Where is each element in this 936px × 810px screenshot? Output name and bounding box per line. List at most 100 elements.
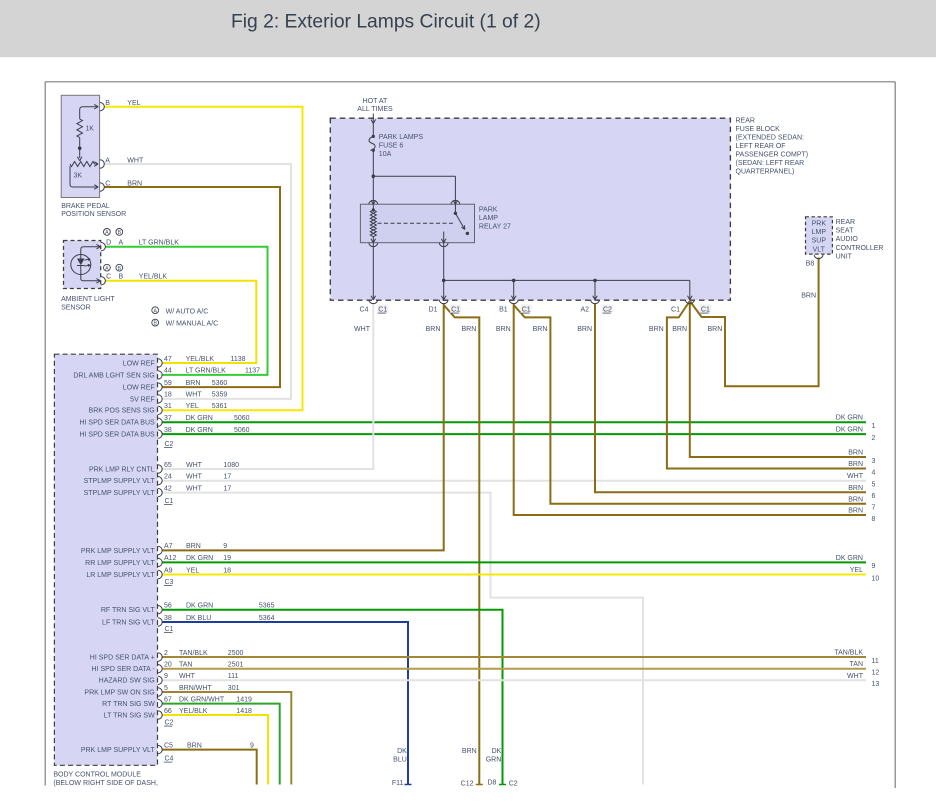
- svg-text:FUSE BLOCK: FUSE BLOCK: [736, 126, 781, 133]
- svg-text:WHT: WHT: [847, 473, 864, 480]
- svg-text:9: 9: [223, 543, 227, 550]
- svg-text:5060: 5060: [234, 427, 250, 434]
- svg-text:WHT: WHT: [354, 326, 371, 333]
- svg-text:11: 11: [872, 658, 879, 665]
- svg-text:1: 1: [872, 423, 876, 430]
- svg-text:WHT: WHT: [186, 485, 203, 492]
- svg-text:5: 5: [164, 685, 168, 692]
- svg-text:B: B: [105, 100, 110, 107]
- svg-text:HI SPD SER DATA BUS: HI SPD SER DATA BUS: [79, 432, 155, 439]
- svg-text:PRK LMP RLY CNTL: PRK LMP RLY CNTL: [89, 466, 155, 473]
- svg-text:42: 42: [164, 485, 172, 492]
- svg-text:B: B: [119, 273, 124, 280]
- svg-text:1K: 1K: [85, 126, 94, 133]
- svg-text:56: 56: [164, 603, 172, 610]
- svg-text:WHT: WHT: [186, 462, 203, 469]
- svg-text:F11: F11: [392, 780, 404, 787]
- svg-text:BLU: BLU: [393, 757, 407, 764]
- svg-text:REAR: REAR: [736, 118, 755, 125]
- svg-text:LT TRN SIG SW: LT TRN SIG SW: [104, 712, 155, 719]
- svg-text:C1: C1: [165, 626, 174, 633]
- svg-text:5: 5: [872, 482, 876, 489]
- svg-text:BRN: BRN: [708, 326, 723, 333]
- svg-text:C1: C1: [522, 307, 531, 314]
- svg-text:5365: 5365: [259, 603, 275, 610]
- svg-text:LT GRN/BLK: LT GRN/BLK: [186, 368, 227, 375]
- svg-text:AMBIENT LIGHT: AMBIENT LIGHT: [61, 296, 115, 303]
- svg-text:DK GRN: DK GRN: [186, 555, 213, 562]
- svg-text:A: A: [119, 239, 124, 246]
- svg-text:POSITION SENSOR: POSITION SENSOR: [61, 211, 126, 218]
- svg-text:TAN: TAN: [179, 662, 192, 669]
- svg-text:WHT: WHT: [179, 673, 196, 680]
- svg-text:20: 20: [164, 662, 172, 669]
- svg-text:BRK POS SENS SIG: BRK POS SENS SIG: [89, 408, 155, 415]
- svg-text:WHT: WHT: [186, 392, 203, 399]
- svg-text:A7: A7: [164, 543, 173, 550]
- svg-text:BODY CONTROL MODULE: BODY CONTROL MODULE: [53, 772, 141, 779]
- svg-text:1137: 1137: [245, 368, 260, 375]
- svg-text:1138: 1138: [231, 356, 246, 363]
- svg-text:2500: 2500: [228, 650, 244, 657]
- svg-text:B: B: [118, 266, 122, 272]
- svg-text:66: 66: [164, 708, 172, 715]
- svg-text:19: 19: [223, 555, 231, 562]
- svg-text:BRN: BRN: [672, 326, 687, 333]
- svg-text:C: C: [106, 273, 111, 280]
- svg-text:BRN: BRN: [801, 293, 816, 300]
- svg-text:HAZARD SW SIG: HAZARD SW SIG: [99, 678, 155, 685]
- svg-text:LR LMP SUPPLY VLT: LR LMP SUPPLY VLT: [86, 572, 155, 579]
- svg-text:HI SPD SER DATA BUS: HI SPD SER DATA BUS: [79, 420, 155, 427]
- svg-text:B8: B8: [806, 260, 815, 267]
- svg-text:RR LMP SUPPLY VLT: RR LMP SUPPLY VLT: [85, 560, 155, 567]
- svg-text:A2: A2: [580, 307, 589, 314]
- svg-text:5364: 5364: [259, 615, 275, 622]
- svg-text:LOW REF: LOW REF: [123, 360, 155, 367]
- svg-text:13: 13: [872, 681, 880, 688]
- svg-text:BRN: BRN: [848, 461, 863, 468]
- svg-text:QUARTERPANEL): QUARTERPANEL): [736, 169, 795, 176]
- svg-text:PRK LMP SUPPLY VLT: PRK LMP SUPPLY VLT: [81, 747, 156, 754]
- svg-text:LMP: LMP: [812, 229, 827, 236]
- svg-text:C: C: [105, 181, 110, 188]
- svg-text:PRK LMP SUPPLY VLT: PRK LMP SUPPLY VLT: [81, 548, 156, 555]
- svg-text:DK GRN/WHT: DK GRN/WHT: [179, 696, 225, 703]
- svg-text:6: 6: [872, 493, 876, 500]
- svg-text:38: 38: [164, 615, 172, 622]
- svg-text:A9: A9: [164, 567, 173, 574]
- svg-text:A: A: [153, 308, 157, 314]
- svg-text:3K: 3K: [74, 172, 83, 179]
- svg-text:DK GRN: DK GRN: [186, 415, 213, 422]
- svg-text:BRN/WHT: BRN/WHT: [179, 685, 212, 692]
- svg-text:DRL AMB LGHT SEN SIG: DRL AMB LGHT SEN SIG: [73, 372, 154, 379]
- svg-text:SEAT: SEAT: [836, 228, 854, 235]
- svg-text:BRN: BRN: [186, 543, 201, 550]
- svg-text:C12: C12: [461, 781, 474, 788]
- svg-text:HI SPD SER DATA -: HI SPD SER DATA -: [92, 666, 156, 673]
- svg-text:W/ MANUAL A/C: W/ MANUAL A/C: [166, 321, 219, 328]
- svg-text:7: 7: [872, 505, 876, 512]
- svg-text:47: 47: [164, 356, 172, 363]
- svg-text:RT TRN SIG SW: RT TRN SIG SW: [102, 701, 155, 708]
- svg-text:BRN: BRN: [848, 508, 863, 515]
- svg-text:DK GRN: DK GRN: [836, 427, 863, 434]
- svg-text:18: 18: [164, 392, 172, 399]
- svg-text:B: B: [153, 321, 157, 327]
- svg-text:YEL: YEL: [127, 100, 140, 107]
- svg-text:59: 59: [164, 380, 172, 387]
- svg-text:2: 2: [872, 435, 876, 442]
- svg-text:PRK: PRK: [812, 221, 827, 228]
- svg-text:WHT: WHT: [127, 158, 144, 165]
- svg-text:C1: C1: [671, 307, 680, 314]
- svg-text:CONTROLLER: CONTROLLER: [836, 245, 884, 252]
- svg-text:RF TRN SIG VLT: RF TRN SIG VLT: [101, 607, 156, 614]
- svg-text:C4: C4: [360, 307, 369, 314]
- svg-text:301: 301: [228, 685, 240, 692]
- svg-text:UNIT: UNIT: [836, 253, 853, 260]
- svg-text:(EXTENDED SEDAN:: (EXTENDED SEDAN:: [736, 135, 805, 142]
- svg-text:WHT: WHT: [847, 673, 864, 680]
- svg-text:DK BLU: DK BLU: [186, 615, 211, 622]
- svg-text:65: 65: [164, 462, 172, 469]
- svg-text:DK GRN: DK GRN: [186, 427, 213, 434]
- svg-text:LOW REF: LOW REF: [123, 385, 155, 392]
